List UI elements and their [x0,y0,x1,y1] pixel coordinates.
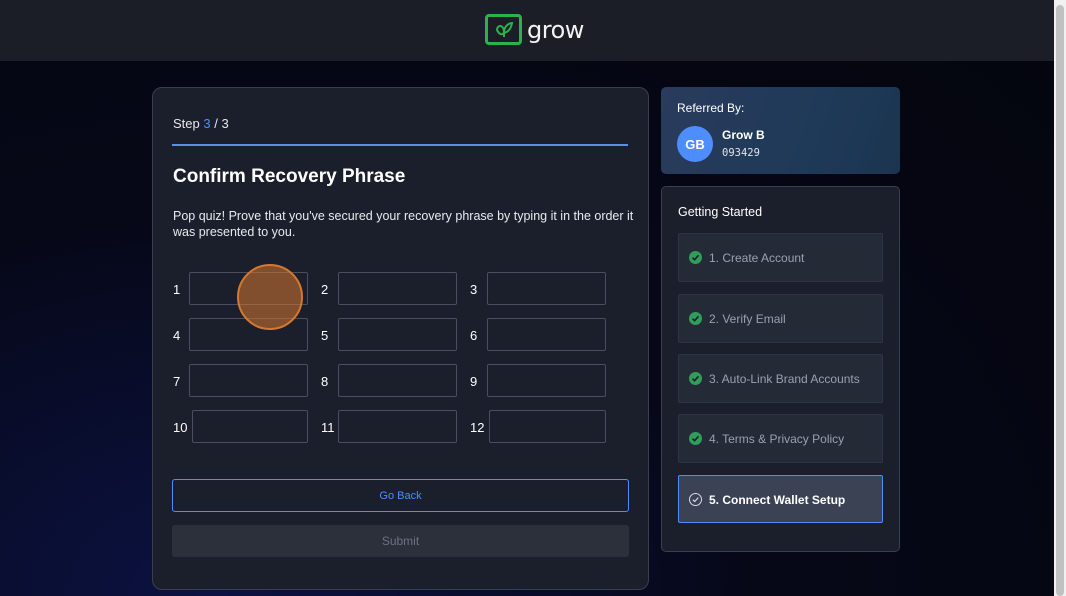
step-label: Step [173,116,200,131]
cursor-click-indicator [237,264,303,330]
step-indicator: Step 3 / 3 [173,116,229,131]
word-input-11[interactable] [338,410,457,443]
word-number: 10 [173,420,188,435]
getting-started-item-label: 1. Create Account [709,251,805,265]
grow-logo[interactable]: grow [485,14,584,45]
page-title: Confirm Recovery Phrase [173,166,406,187]
getting-started-item-connect-wallet[interactable]: 5. Connect Wallet Setup [678,475,883,523]
getting-started-item-terms[interactable]: 4. Terms & Privacy Policy [678,414,883,463]
word-number: 6 [470,328,478,343]
word-input-3[interactable] [487,272,606,305]
getting-started-card: Getting Started 1. Create Account 2. Ver… [661,186,900,552]
scrollbar-thumb[interactable] [1056,5,1064,596]
check-circle-icon [689,432,702,445]
word-input-2[interactable] [338,272,457,305]
getting-started-item-create-account[interactable]: 1. Create Account [678,233,883,282]
word-number: 9 [470,374,478,389]
check-circle-icon [689,251,702,264]
check-circle-icon [689,372,702,385]
word-input-10[interactable] [192,410,308,443]
avatar: GB [677,126,713,162]
word-input-6[interactable] [487,318,606,351]
submit-button[interactable]: Submit [172,525,629,557]
word-input-12[interactable] [489,410,606,443]
word-number: 11 [321,420,335,435]
referred-by-label: Referred By: [677,101,745,115]
word-number: 4 [173,328,181,343]
getting-started-item-label: 3. Auto-Link Brand Accounts [709,372,860,386]
word-number: 8 [321,374,329,389]
word-input-7[interactable] [189,364,308,397]
logo-text: grow [527,15,584,44]
word-number: 12 [470,420,485,435]
getting-started-item-verify-email[interactable]: 2. Verify Email [678,294,883,343]
check-circle-outline-icon [689,493,702,506]
top-bar: grow [0,0,1054,61]
page-scrollbar[interactable] [1054,0,1066,596]
word-number: 3 [470,282,478,297]
step-total: 3 [221,116,229,131]
step-progress-bar [172,144,628,146]
getting-started-item-auto-link[interactable]: 3. Auto-Link Brand Accounts [678,354,883,403]
step-current: 3 [203,116,211,131]
word-input-9[interactable] [487,364,606,397]
word-number: 1 [173,282,181,297]
instructions-text: Pop quiz! Prove that you've secured your… [173,209,634,239]
recovery-phrase-card: Step 3 / 3 Confirm Recovery Phrase Pop q… [152,87,649,590]
word-input-5[interactable] [338,318,457,351]
referral-card: Referred By: GB Grow B 093429 [661,87,900,174]
referrer-code: 093429 [722,147,760,159]
getting-started-item-label: 2. Verify Email [709,312,786,326]
getting-started-item-label: 5. Connect Wallet Setup [709,493,846,507]
word-number: 2 [321,282,329,297]
getting-started-item-label: 4. Terms & Privacy Policy [709,432,845,446]
step-separator: / [214,116,218,131]
leaf-icon [485,14,522,45]
word-number: 7 [173,374,181,389]
go-back-button[interactable]: Go Back [172,479,629,512]
getting-started-title: Getting Started [678,205,763,219]
referrer-name: Grow B [722,128,765,142]
check-circle-icon [689,312,702,325]
word-input-8[interactable] [338,364,457,397]
word-number: 5 [321,328,329,343]
